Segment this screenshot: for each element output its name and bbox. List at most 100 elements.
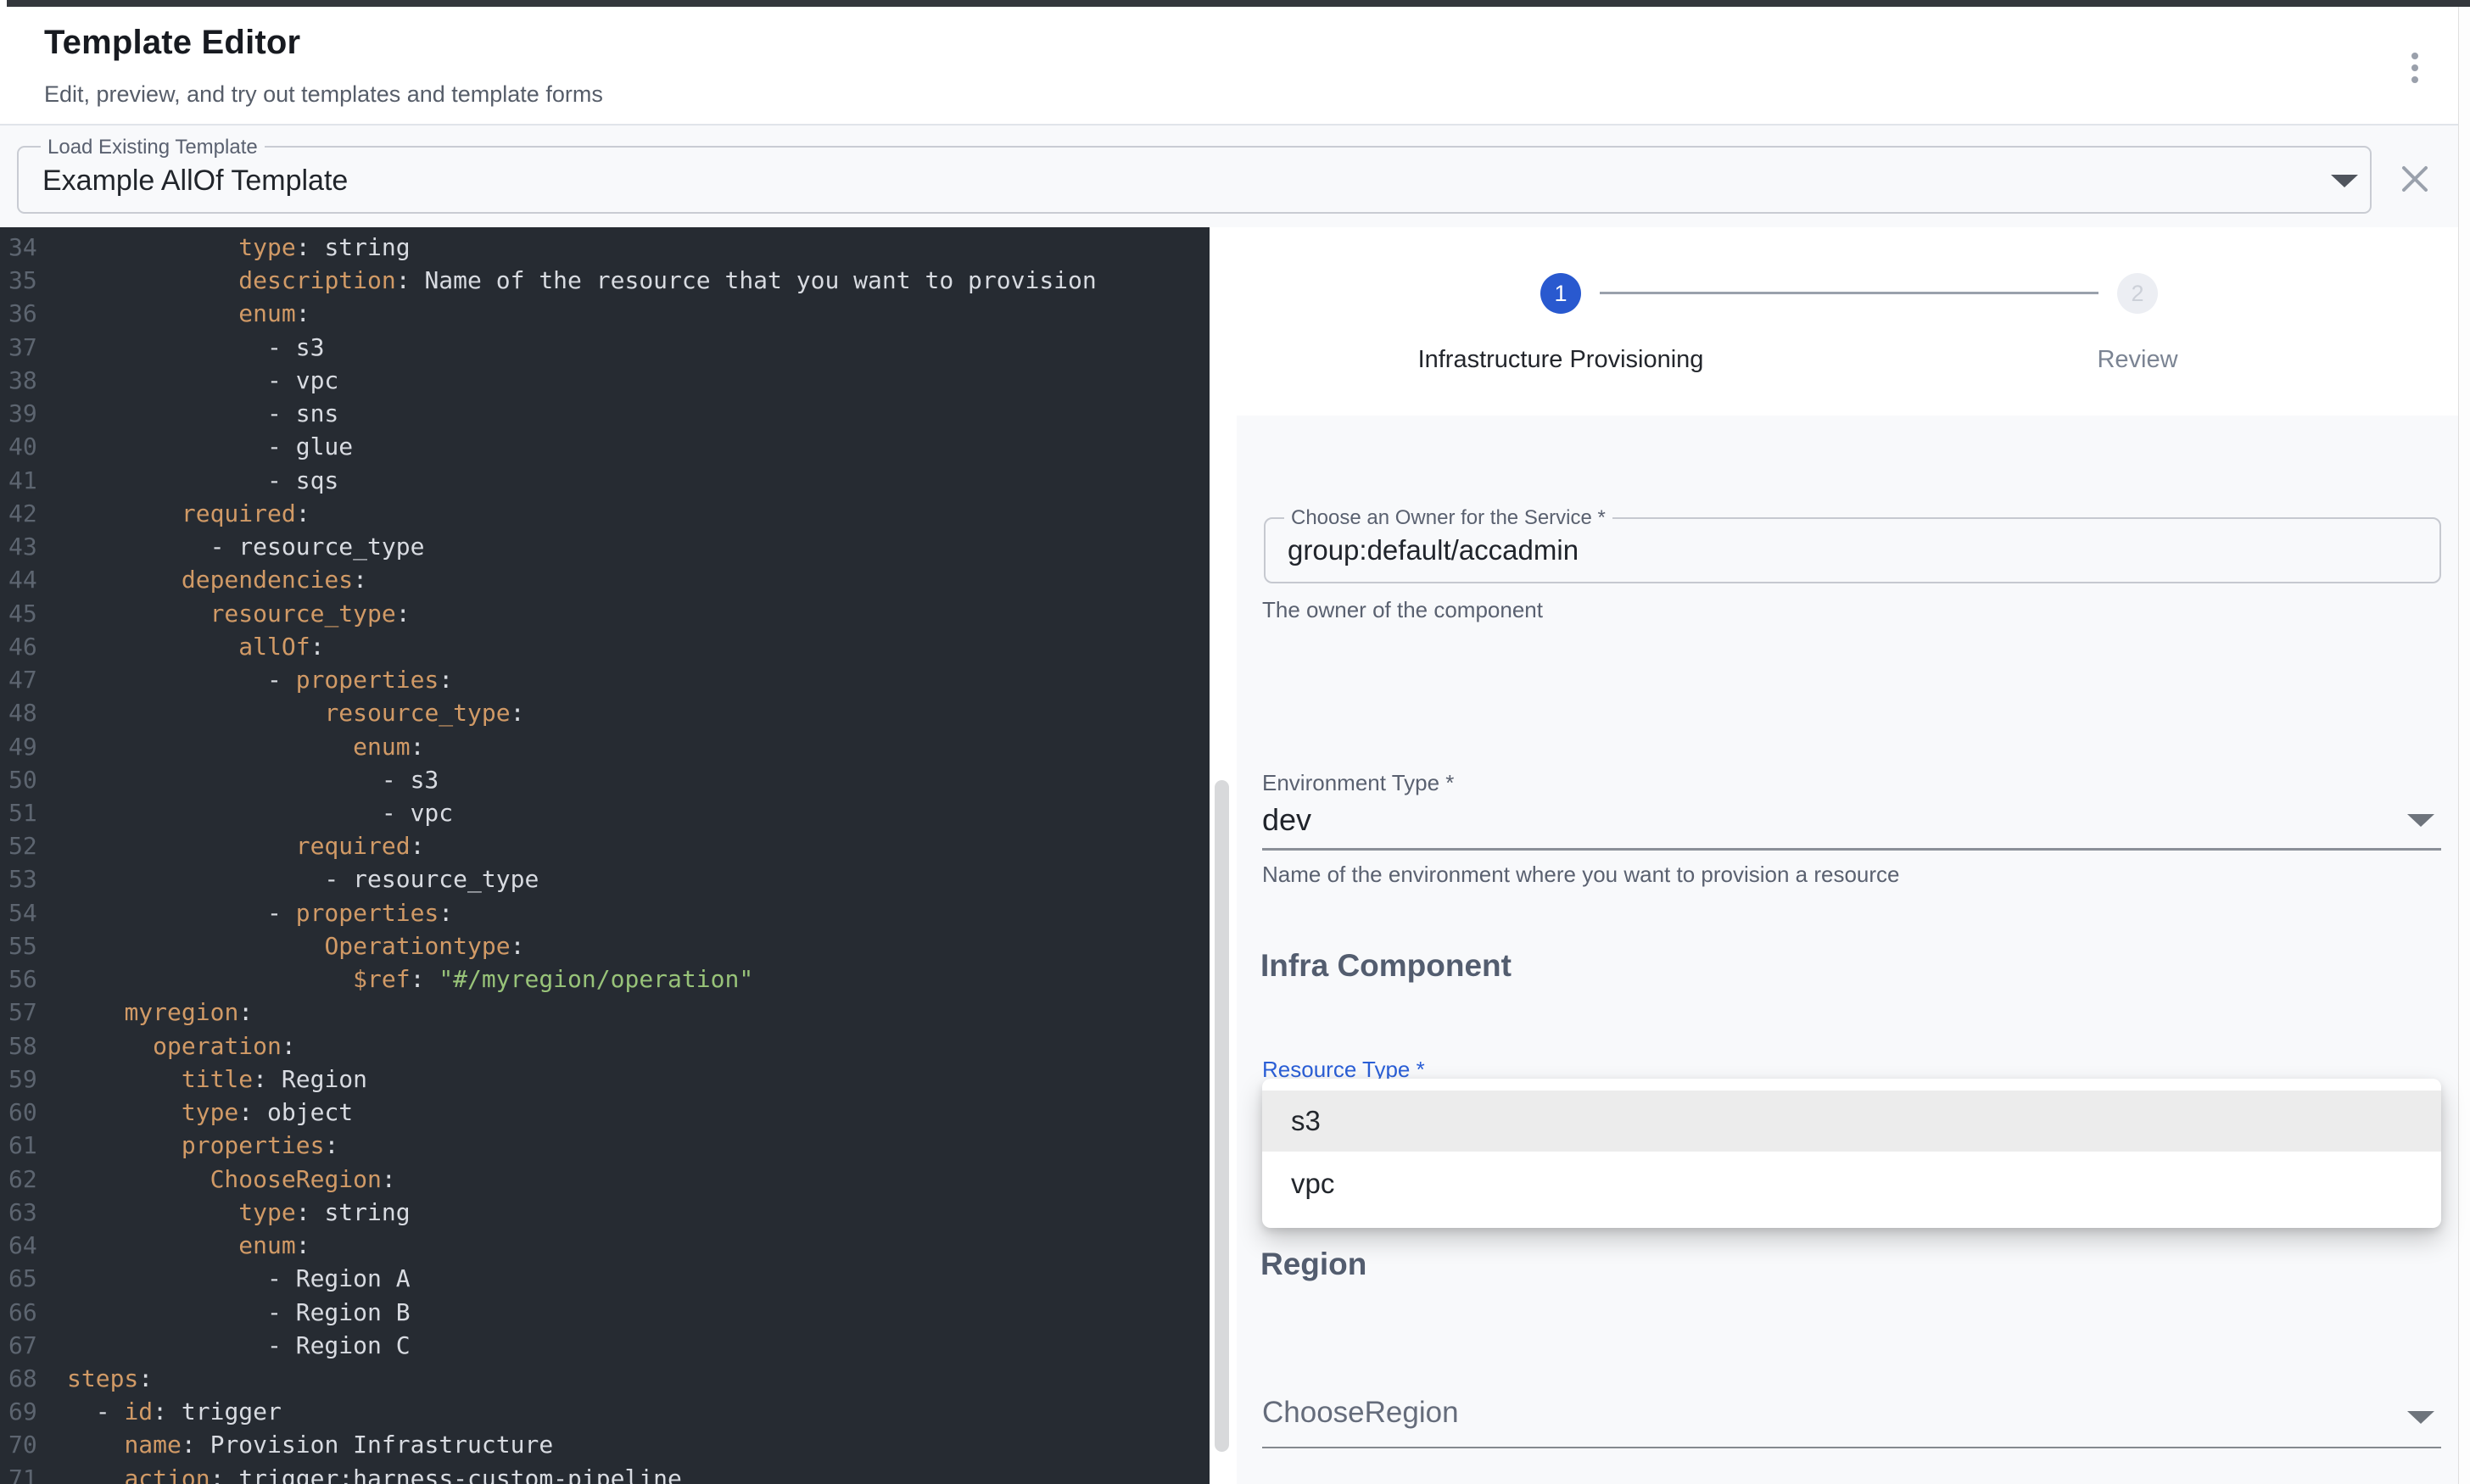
menu-item-s3[interactable]: s3 — [1262, 1091, 2441, 1152]
code-line: 69 - id: trigger — [0, 1395, 1210, 1428]
code-line: 34 type: string — [0, 231, 1210, 264]
template-editor-page: Template Editor Edit, preview, and try o… — [0, 0, 2470, 1484]
code-line: 54 - properties: — [0, 896, 1210, 929]
code-line: 57 myregion: — [0, 996, 1210, 1029]
code-line: 37 - s3 — [0, 331, 1210, 364]
page-scrollbar-track[interactable] — [2458, 7, 2470, 1484]
line-number: 60 — [0, 1096, 67, 1129]
code-line: 36 enum: — [0, 297, 1210, 330]
kebab-menu-icon[interactable] — [2402, 49, 2428, 90]
line-number: 62 — [0, 1163, 67, 1196]
page-title: Template Editor — [44, 24, 300, 62]
line-number: 64 — [0, 1229, 67, 1262]
chevron-down-icon — [2407, 1411, 2434, 1424]
environment-underline — [1262, 848, 2441, 851]
line-number: 69 — [0, 1395, 67, 1428]
step-1-indicator[interactable]: 1 — [1540, 273, 1581, 314]
environment-select[interactable]: dev — [1262, 802, 1311, 838]
code-line: 70 name: Provision Infrastructure — [0, 1428, 1210, 1461]
code-line: 60 type: object — [0, 1096, 1210, 1129]
code-line: 59 title: Region — [0, 1063, 1210, 1096]
line-number: 67 — [0, 1329, 67, 1362]
code-line: 55 Operationtype: — [0, 929, 1210, 962]
line-number: 54 — [0, 896, 67, 929]
code-line: 44 dependencies: — [0, 563, 1210, 596]
environment-helper-text: Name of the environment where you want t… — [1262, 862, 1900, 888]
line-number: 46 — [0, 630, 67, 663]
code-line: 47 - properties: — [0, 663, 1210, 696]
step-2-indicator[interactable]: 2 — [2117, 273, 2158, 314]
line-number: 52 — [0, 829, 67, 862]
step-1-label: Infrastructure Provisioning — [1306, 346, 1815, 374]
line-number: 55 — [0, 929, 67, 962]
close-icon[interactable] — [2399, 163, 2431, 195]
line-number: 44 — [0, 563, 67, 596]
template-loader-row: Load Existing Template Example AllOf Tem… — [0, 126, 2470, 228]
code-line: 64 enum: — [0, 1229, 1210, 1262]
yaml-code-editor[interactable]: 34 type: string35 description: Name of t… — [0, 227, 1210, 1484]
line-number: 50 — [0, 763, 67, 796]
line-number: 70 — [0, 1428, 67, 1461]
code-line: 38 - vpc — [0, 364, 1210, 397]
line-number: 66 — [0, 1296, 67, 1329]
line-number: 36 — [0, 297, 67, 330]
line-number: 37 — [0, 331, 67, 364]
chevron-down-icon — [2331, 175, 2358, 187]
code-line: 48 resource_type: — [0, 696, 1210, 729]
line-number: 38 — [0, 364, 67, 397]
line-number: 48 — [0, 696, 67, 729]
code-line: 66 - Region B — [0, 1296, 1210, 1329]
line-number: 34 — [0, 231, 67, 264]
code-line: 43 - resource_type — [0, 530, 1210, 563]
line-number: 71 — [0, 1462, 67, 1484]
code-line: 45 resource_type: — [0, 597, 1210, 630]
choose-region-underline — [1262, 1447, 2441, 1448]
load-template-select[interactable]: Load Existing Template Example AllOf Tem… — [17, 146, 2372, 214]
code-line: 63 type: string — [0, 1196, 1210, 1229]
menu-item-vpc[interactable]: vpc — [1262, 1152, 2441, 1216]
code-line: 52 required: — [0, 829, 1210, 862]
editor-scrollbar-thumb[interactable] — [1215, 780, 1229, 1452]
line-number: 47 — [0, 663, 67, 696]
owner-field-label: Choose an Owner for the Service * — [1284, 506, 1612, 530]
stepper-connector — [1600, 292, 2098, 294]
code-area: 34 type: string35 description: Name of t… — [0, 231, 1210, 1484]
line-number: 57 — [0, 996, 67, 1029]
code-line: 51 - vpc — [0, 796, 1210, 829]
line-number: 56 — [0, 962, 67, 996]
owner-helper-text: The owner of the component — [1262, 597, 1543, 623]
code-line: 46 allOf: — [0, 630, 1210, 663]
page-header: Template Editor Edit, preview, and try o… — [0, 7, 2470, 125]
window-top-bar — [7, 0, 2470, 7]
code-line: 65 - Region A — [0, 1262, 1210, 1295]
line-number: 63 — [0, 1196, 67, 1229]
line-number: 65 — [0, 1262, 67, 1295]
line-number: 49 — [0, 730, 67, 763]
line-number: 61 — [0, 1129, 67, 1162]
owner-field-value: group:default/accadmin — [1288, 534, 1579, 566]
owner-field[interactable]: Choose an Owner for the Service * group:… — [1264, 517, 2441, 583]
chevron-down-icon — [2407, 814, 2434, 827]
code-line: 40 - glue — [0, 430, 1210, 463]
code-line: 61 properties: — [0, 1129, 1210, 1162]
code-line: 53 - resource_type — [0, 862, 1210, 895]
code-line: 68steps: — [0, 1362, 1210, 1395]
line-number: 41 — [0, 464, 67, 497]
line-number: 42 — [0, 497, 67, 530]
line-number: 68 — [0, 1362, 67, 1395]
line-number: 45 — [0, 597, 67, 630]
line-number: 59 — [0, 1063, 67, 1096]
page-subtitle: Edit, preview, and try out templates and… — [44, 81, 603, 108]
code-line: 35 description: Name of the resource tha… — [0, 264, 1210, 297]
choose-region-select[interactable]: ChooseRegion — [1262, 1396, 1459, 1430]
step-2-number: 2 — [2131, 281, 2143, 307]
load-template-label: Load Existing Template — [41, 136, 265, 159]
line-number: 58 — [0, 1029, 67, 1063]
line-number: 40 — [0, 430, 67, 463]
code-line: 58 operation: — [0, 1029, 1210, 1063]
code-line: 62 ChooseRegion: — [0, 1163, 1210, 1196]
code-line: 56 $ref: "#/myregion/operation" — [0, 962, 1210, 996]
step-1-number: 1 — [1554, 281, 1567, 307]
load-template-value: Example AllOf Template — [42, 165, 348, 198]
editor-scrollbar-track — [1210, 227, 1237, 1484]
